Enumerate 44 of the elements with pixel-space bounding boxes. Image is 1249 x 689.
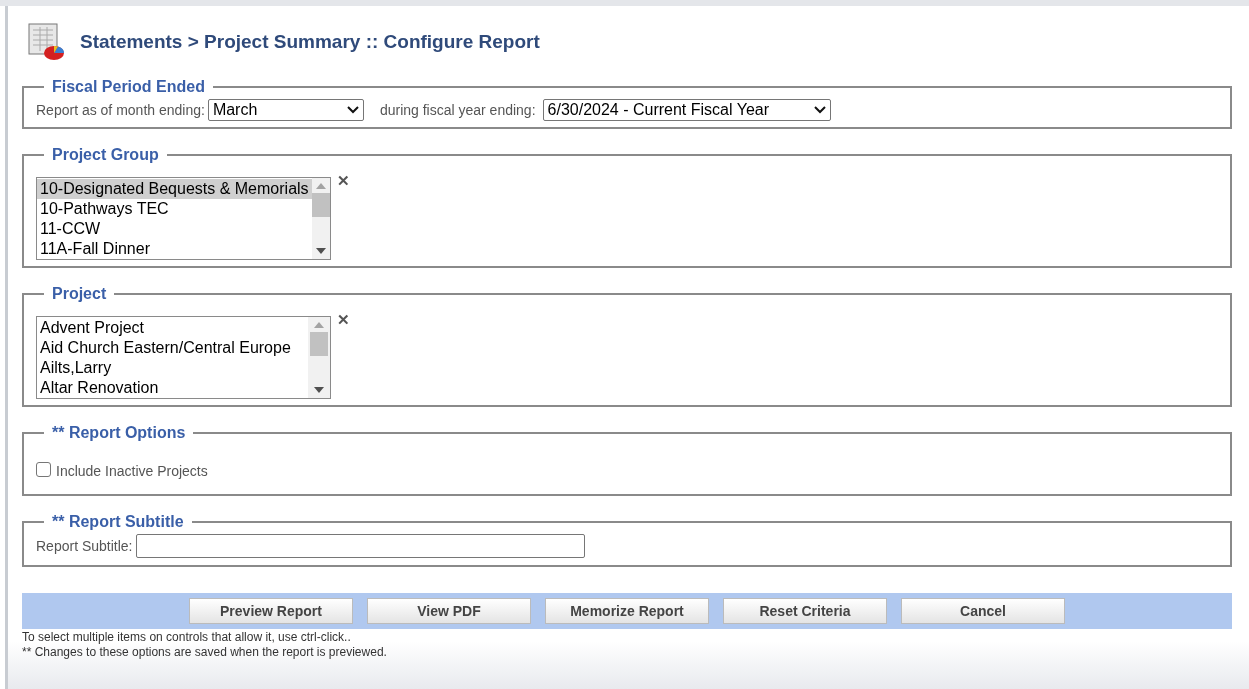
list-option[interactable]: Advent Project bbox=[37, 318, 308, 338]
list-option[interactable]: 10-Designated Bequests & Memorials bbox=[37, 179, 312, 199]
month-dropdown[interactable]: March bbox=[207, 99, 364, 121]
scroll-up-icon[interactable] bbox=[314, 322, 324, 328]
scroll-down-icon[interactable] bbox=[314, 387, 324, 393]
action-button[interactable]: Cancel bbox=[901, 598, 1065, 624]
project-listbox[interactable]: Advent Project Aid Church Eastern/Central Europe Ailts,Larry Altar Renovation bbox=[36, 316, 331, 399]
action-button[interactable]: Preview Report bbox=[189, 598, 353, 624]
list-option[interactable]: 11A-Fall Dinner bbox=[37, 239, 312, 259]
checkbox[interactable] bbox=[36, 462, 51, 477]
checkbox-label: Include Inactive Projects bbox=[56, 462, 208, 481]
report-chart-icon bbox=[28, 23, 66, 61]
scrollbar[interactable] bbox=[308, 317, 330, 398]
list-option[interactable]: Altar Renovation bbox=[37, 378, 308, 398]
section-legend: ** Report Subtitle bbox=[44, 510, 192, 534]
field-label: Report Subtitle: bbox=[36, 536, 133, 556]
list-option[interactable]: Ailts,Larry bbox=[37, 358, 308, 378]
project-listbox[interactable]: 10-Designated Bequests & Memorials 10-Pathways TEC 11-CCW 11A-Fall Dinner bbox=[36, 177, 331, 260]
field-label: Report as of month ending: bbox=[36, 100, 205, 120]
clear-button[interactable]: ✕ bbox=[337, 173, 350, 188]
page-title: Statements > Project Summary :: Configure Report bbox=[80, 29, 540, 54]
scroll-up-icon[interactable] bbox=[315, 183, 326, 189]
section-legend: Project bbox=[44, 282, 115, 306]
chevron-down-icon bbox=[813, 106, 826, 114]
scrollbar[interactable] bbox=[311, 178, 330, 259]
action-button[interactable]: View PDF bbox=[367, 598, 531, 624]
action-button[interactable]: Memorize Report bbox=[545, 598, 709, 624]
action-button[interactable]: Reset Criteria bbox=[723, 598, 887, 624]
help-note: To select multiple items on controls that allow it, use ctrl-click.. bbox=[22, 630, 352, 645]
clear-button[interactable]: ✕ bbox=[337, 312, 350, 327]
scrollbar-thumb[interactable] bbox=[311, 192, 330, 217]
section-legend: ** Report Options bbox=[44, 421, 194, 445]
help-note: ** Changes to these options are saved when the report is previewed. bbox=[22, 645, 388, 660]
chevron-down-icon bbox=[346, 106, 359, 114]
list-option[interactable]: Aid Church Eastern/Central Europe bbox=[37, 338, 308, 358]
scroll-down-icon[interactable] bbox=[315, 248, 326, 254]
subtitle-input[interactable] bbox=[135, 534, 585, 558]
fiscal-year-dropdown[interactable]: 6/30/2024 - Current Fiscal Year bbox=[542, 99, 831, 121]
section-legend: Project Group bbox=[44, 143, 167, 167]
field-label: during fiscal year ending: bbox=[379, 100, 536, 120]
scrollbar-thumb[interactable] bbox=[310, 331, 328, 356]
list-option[interactable]: 11-CCW bbox=[37, 219, 312, 239]
section-legend: Fiscal Period Ended bbox=[44, 75, 213, 99]
list-option[interactable]: 10-Pathways TEC bbox=[37, 199, 312, 219]
